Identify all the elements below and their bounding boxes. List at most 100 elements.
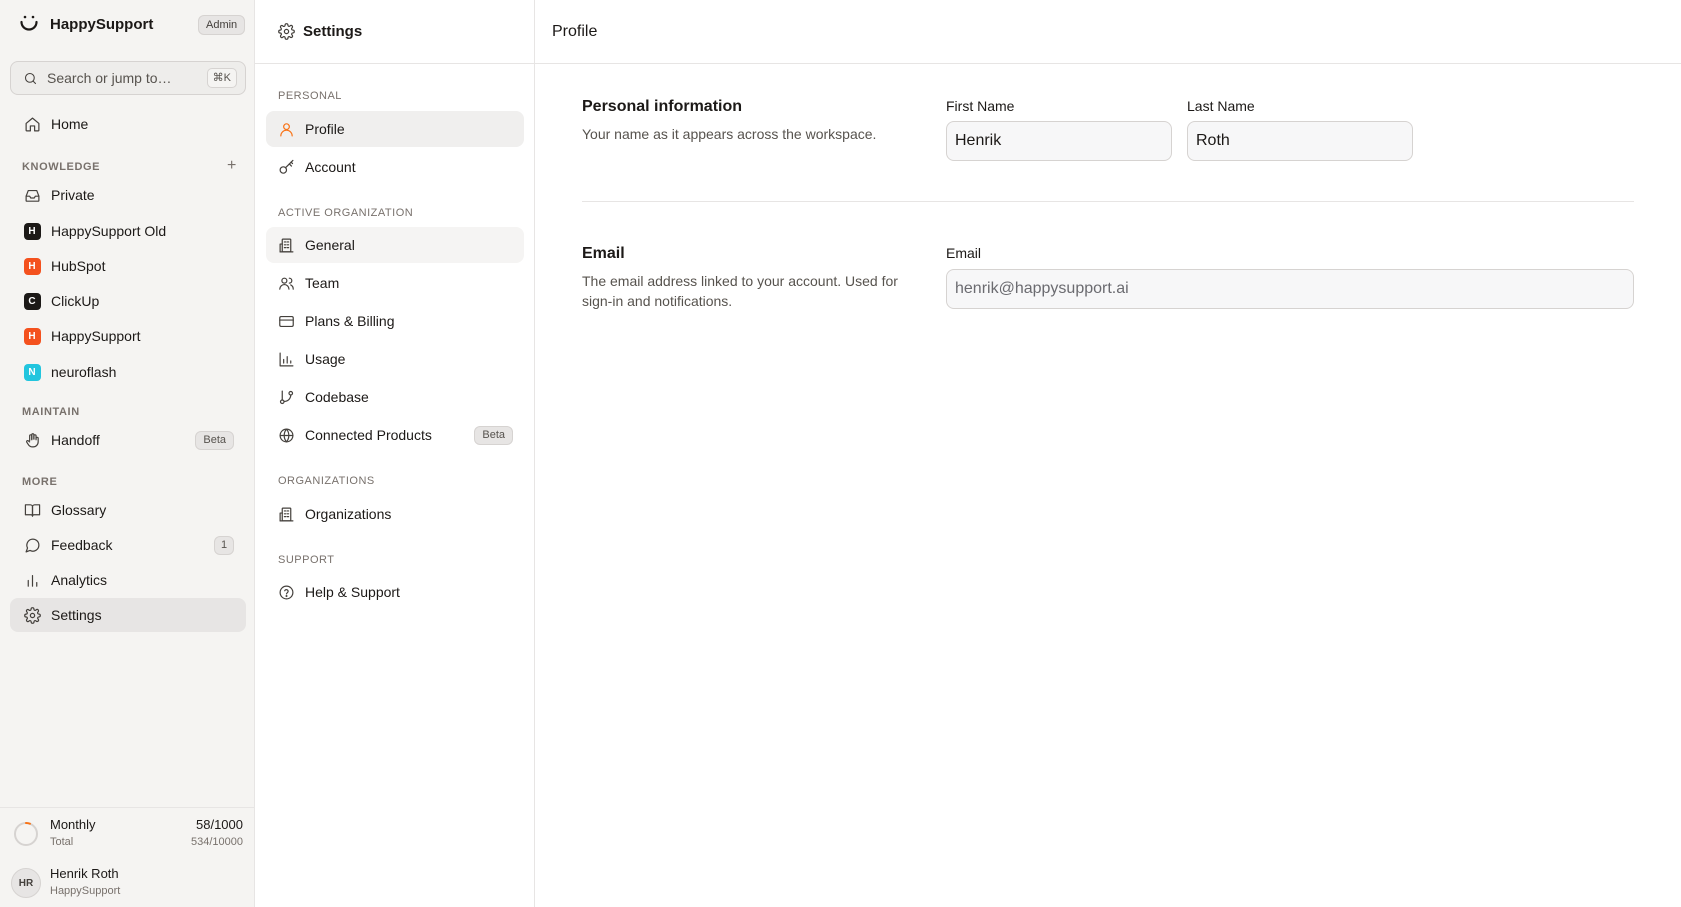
brand[interactable]: HappySupport [18,13,153,35]
nav-item-plans-billing[interactable]: Plans & Billing [266,303,524,339]
sidebar-item-label: Analytics [51,572,108,588]
brand-name: HappySupport [50,15,154,33]
nav-item-profile[interactable]: Profile [266,111,524,147]
support-section-label: SUPPORT [278,554,335,566]
users-icon [276,273,296,293]
settings-title: Settings [303,23,363,40]
sidebar-item-private[interactable]: Private [10,178,246,212]
usage-name: Monthly [50,817,96,832]
sidebar-item-label: Settings [51,607,102,623]
gear-icon [278,23,295,40]
usage-value: 58/1000 [196,817,243,832]
email-field[interactable] [946,269,1634,309]
sidebar-item-feedback[interactable]: Feedback 1 [10,528,246,562]
sidebar-item-home[interactable]: Home [10,107,246,141]
credit-card-icon [276,311,296,331]
settings-nav-header: Settings [255,0,534,64]
nav-item-label: Organizations [305,506,392,522]
sidebar-item-analytics[interactable]: Analytics [10,563,246,597]
usage-sub: Total [50,836,74,848]
message-circle-icon [22,535,42,555]
nav-item-label: Help & Support [305,584,400,600]
home-icon [22,114,42,134]
sidebar-item-label: HappySupport [51,328,141,344]
section-divider [582,201,1634,202]
nav-item-usage[interactable]: Usage [266,341,524,377]
sidebar-item-label: Feedback [51,537,113,553]
main-header: Profile [535,0,1681,64]
nav-item-help-support[interactable]: Help & Support [266,574,524,610]
maintain-section-label: MAINTAIN [22,406,80,418]
nav-item-label: Connected Products [305,427,432,443]
main-content: Profile Personal information Your name a… [535,0,1681,907]
nav-item-account[interactable]: Account [266,149,524,185]
nav-item-label: Codebase [305,389,369,405]
sidebar-item-label: HappySupport Old [51,223,167,239]
sidebar-item-label: ClickUp [51,293,100,309]
sidebar-item-label: Private [51,187,95,203]
workspace-badge-icon: H [23,257,41,275]
sidebar-item-clickup[interactable]: C ClickUp [10,284,246,318]
usage-ring-icon [14,822,38,846]
nav-item-organizations[interactable]: Organizations [266,496,524,532]
page-title: Profile [552,22,598,40]
sidebar-item-label: Glossary [51,502,107,518]
workspace-badge-icon: H [23,327,41,345]
last-name-field[interactable] [1187,121,1413,161]
globe-icon [276,425,296,445]
email-description: The email address linked to your account… [582,273,898,309]
bar-chart-icon [22,570,42,590]
sidebar-item-happysupport[interactable]: H HappySupport [10,319,246,353]
nav-item-team[interactable]: Team [266,265,524,301]
nav-item-connected-products[interactable]: Connected Products Beta [266,417,524,453]
smile-logo-icon [18,13,40,35]
beta-badge: Beta [195,430,234,450]
avatar: HR [11,868,41,898]
personal-section-label: PERSONAL [278,90,342,102]
user-icon [276,119,296,139]
nav-item-label: Account [305,159,356,175]
building-icon [276,235,296,255]
feedback-count-badge: 1 [214,535,234,555]
sidebar-item-label: HubSpot [51,258,106,274]
add-knowledge-button[interactable]: + [227,158,236,174]
sidebar-item-settings[interactable]: Settings [10,598,246,632]
sidebar-item-label: Handoff [51,432,100,448]
role-badge: Admin [198,15,246,35]
email-label: Email [946,245,982,261]
building-icon [276,504,296,524]
email-title: Email [582,245,625,262]
search-bar[interactable]: Search or jump to… ⌘K [10,61,246,95]
workspace-badge-icon: N [23,363,41,381]
nav-item-codebase[interactable]: Codebase [266,379,524,415]
user-name: Henrik Roth [50,866,119,881]
usage-total: 534/10000 [191,836,243,848]
sidebar-item-hubspot[interactable]: H HubSpot [10,249,246,283]
nav-item-general[interactable]: General [266,227,524,263]
beta-badge: Beta [474,425,513,445]
hand-icon [22,430,42,450]
user-org: HappySupport [50,885,121,897]
knowledge-section-label: KNOWLEDGE [22,161,101,173]
sidebar-item-label: Home [51,116,89,132]
last-name-label: Last Name [1187,98,1255,114]
help-circle-icon [276,582,296,602]
sidebar-item-neuroflash[interactable]: N neuroflash [10,355,246,389]
sidebar-item-glossary[interactable]: Glossary [10,493,246,527]
sidebar-footer: Monthly Total 58/1000 534/10000 HR Henri… [0,807,254,907]
organizations-section-label: ORGANIZATIONS [278,475,375,487]
sidebar-item-handoff[interactable]: Handoff Beta [10,423,246,457]
sidebar-item-happysupport-old[interactable]: H HappySupport Old [10,214,246,248]
first-name-label: First Name [946,98,1015,114]
nav-item-label: Usage [305,351,346,367]
more-section-label: MORE [22,476,58,488]
git-branch-icon [276,387,296,407]
nav-item-label: Profile [305,121,345,137]
book-icon [22,500,42,520]
personal-information-title: Personal information [582,98,743,115]
search-icon [23,71,38,86]
chart-icon [276,349,296,369]
workspace-badge-icon: H [23,222,41,240]
sidebar-item-label: neuroflash [51,364,117,380]
first-name-field[interactable] [946,121,1172,161]
